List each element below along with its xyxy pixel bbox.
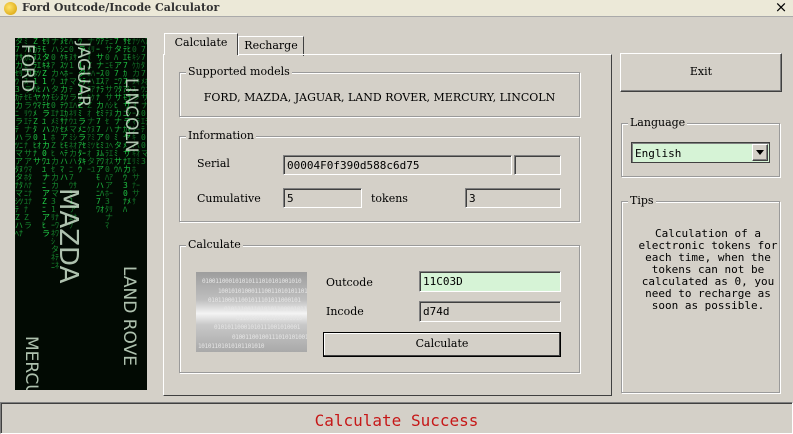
matrix-rain-column: ﾍｱ77ﾀ7ﾒﾎｳﾕサナ0ｴﾗﾃ00マ3: [141, 38, 147, 166]
tokens-label: tokens: [371, 192, 408, 205]
outcode-label: Outcode: [326, 276, 373, 289]
tips-group: Tips Calculation of a electronic tokens …: [621, 194, 780, 393]
matrix-rain-column: ﾃﾆサ0ﾆﾓ0ｱササﾊｼﾃﾇｾハ0ﾕﾍﾗｴｵｽ0ﾊｱアﾎｰ3ﾀﾘナﾏ: [105, 38, 113, 230]
cumulative-field[interactable]: 5: [283, 188, 362, 208]
matrix-brand-word: JAGUAR: [73, 42, 93, 108]
status-message: Calculate Success: [314, 411, 479, 430]
serial-label: Serial: [197, 157, 230, 170]
chevron-down-icon: [756, 150, 764, 155]
information-group: Information: [179, 129, 580, 222]
status-bar: Calculate Success: [0, 402, 793, 434]
language-selected-value: English: [635, 147, 682, 160]
cumulative-label: Cumulative: [197, 192, 261, 205]
binary-line: 01100001010100101010: [236, 315, 303, 322]
dropdown-arrow-button[interactable]: [752, 144, 768, 161]
binary-line: 010011001001110101010010: [232, 334, 307, 341]
calculate-button[interactable]: Calculate: [323, 332, 561, 357]
tokens-field[interactable]: 3: [465, 188, 561, 208]
binary-line: 1001010100011100110101011011: [218, 288, 307, 295]
binary-line: 10101101010101101010: [198, 343, 265, 350]
exit-button[interactable]: Exit: [620, 53, 782, 92]
incode-field[interactable]: d74d: [419, 301, 561, 322]
incode-label: Incode: [326, 305, 364, 318]
language-title: Language: [628, 116, 688, 129]
supported-models-row: FORD, MAZDA, JAGUAR, LAND ROVER, MERCURY…: [179, 84, 580, 110]
outcode-field[interactable]: 11C03D: [419, 271, 561, 292]
supported-models-text: FORD, MAZDA, JAGUAR, LAND ROVER, MERCURY…: [203, 91, 556, 104]
tips-title: Tips: [628, 194, 656, 207]
matrix-rain-column: ﾜｱｰサナｰｽｴｽﾅﾗﾅカｾﾐ77アﾋﾐﾇﾑｱﾜアﾓハﾆﾊ7ﾜｵ: [96, 38, 104, 214]
binary-line: 0101100011001011101011000101: [208, 297, 301, 304]
matrix-brand-word: MAZDA: [53, 188, 83, 284]
matrix-brand-image: タ7ﾅｻカｾﾘｳ3ｶﾃカﾆラﾃハﾂﾆマアﾀﾇタﾅﾀマｼﾂﾃZハﾍﾅ ﾐハｶﾋﾋカｽ…: [15, 38, 147, 390]
binary-decor-image: 010011000101010111010101001010 100101010…: [196, 272, 307, 352]
supported-models-title: Supported models: [186, 65, 292, 78]
matrix-brand-word: MERCU: [21, 336, 41, 390]
matrix-brand-word: FORD: [17, 44, 37, 93]
tab-recharge[interactable]: Recharge: [238, 36, 304, 56]
serial-field[interactable]: 00004F0f390d588c6d75: [283, 155, 512, 175]
tips-text: Calculation of a electronic tokens for e…: [638, 227, 778, 312]
serial-extra-field[interactable]: [514, 155, 561, 175]
tab-calculate[interactable]: Calculate: [164, 33, 238, 55]
close-button[interactable]: ×: [772, 0, 790, 16]
matrix-brand-word: LAND ROVE: [119, 266, 139, 366]
matrix-rain-column: ﾇｾｼﾆｹｷｽﾂﾍﾎﾕﾅカﾇﾂﾃｳｴｶｻﾅｾﾒアﾋﾓﾍﾃハﾏハ: [60, 38, 68, 182]
language-select[interactable]: English: [631, 142, 770, 163]
binary-line: 0101110011010101100001011: [224, 306, 307, 313]
calculate-group-title: Calculate: [186, 238, 243, 251]
app-icon: [4, 2, 17, 15]
matrix-brand-word: LINCOLN: [121, 78, 141, 153]
information-title: Information: [186, 129, 257, 142]
window-title: Ford Outcode/Incode Calculator: [22, 1, 220, 14]
binary-line: 01010110001010111001010001: [214, 324, 301, 331]
matrix-rain-column: ｾﾘﾓタｷﾈZ1ハｹｹﾃｾラﾕハ1カ0ﾜﾕﾕナﾆアZﾆアﾋラ: [42, 38, 50, 238]
binary-line: 010011000101010111010101001010: [202, 278, 302, 285]
